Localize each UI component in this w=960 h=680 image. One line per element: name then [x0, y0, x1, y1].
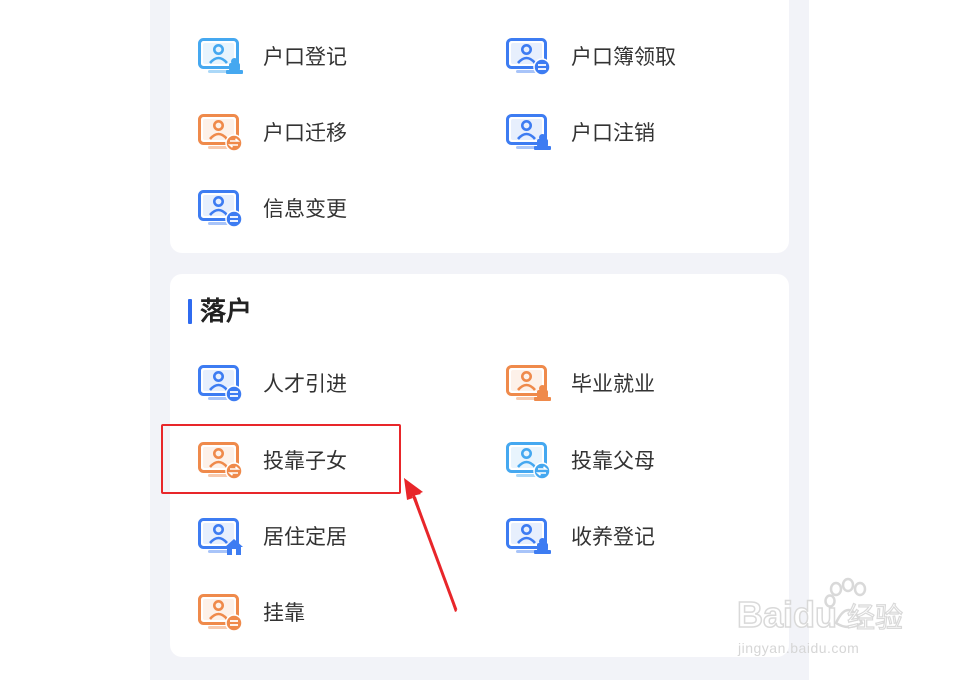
service-item-label: 投靠父母 [571, 449, 655, 473]
watermark-brand: Baidu [737, 594, 837, 635]
service-item-household-cancel[interactable]: 户口注销 [506, 112, 766, 162]
watermark-url: jingyan.baidu.com [738, 640, 860, 656]
adoption-register-icon [506, 518, 551, 554]
talent-import-icon [198, 365, 243, 403]
service-item-affiliation[interactable]: 挂靠 [198, 592, 458, 642]
service-item-label: 户口注销 [571, 121, 655, 145]
service-item-adoption-register[interactable]: 收养登记 [506, 516, 766, 566]
affiliation-icon [198, 594, 243, 632]
service-item-label: 户口登记 [263, 45, 347, 69]
service-item-info-change[interactable]: 信息变更 [198, 188, 458, 238]
service-item-residence-settle[interactable]: 居住定居 [198, 516, 458, 566]
info-change-icon [198, 190, 243, 228]
service-item-label: 居住定居 [263, 525, 347, 549]
service-item-label: 挂靠 [263, 601, 305, 625]
annotation-highlight-box [161, 424, 401, 494]
service-item-graduate-employment[interactable]: 毕业就业 [506, 363, 766, 413]
service-item-household-migrate[interactable]: 户口迁移 [198, 112, 458, 162]
service-item-label: 信息变更 [263, 197, 347, 221]
household-book-icon [506, 38, 551, 76]
service-item-label: 收养登记 [571, 525, 655, 549]
section-title-settle: 落户 [200, 297, 253, 327]
service-item-label: 人才引进 [263, 372, 347, 396]
residence-settle-icon [198, 518, 243, 555]
household-register-icon [198, 38, 243, 74]
graduate-employment-icon [506, 365, 551, 401]
watermark-suffix: 经验 [847, 601, 903, 634]
service-item-label: 户口簿领取 [571, 45, 676, 69]
join-parents-icon [506, 442, 551, 480]
household-migrate-icon [198, 114, 243, 152]
service-item-label: 户口迁移 [263, 121, 347, 145]
section-accent-bar [188, 299, 192, 324]
service-item-talent-import[interactable]: 人才引进 [198, 363, 458, 413]
service-item-label: 毕业就业 [571, 372, 655, 396]
service-item-household-register[interactable]: 户口登记 [198, 36, 458, 86]
service-item-join-parents[interactable]: 投靠父母 [506, 440, 766, 490]
service-item-household-book[interactable]: 户口簿领取 [506, 36, 766, 86]
household-cancel-icon [506, 114, 551, 150]
